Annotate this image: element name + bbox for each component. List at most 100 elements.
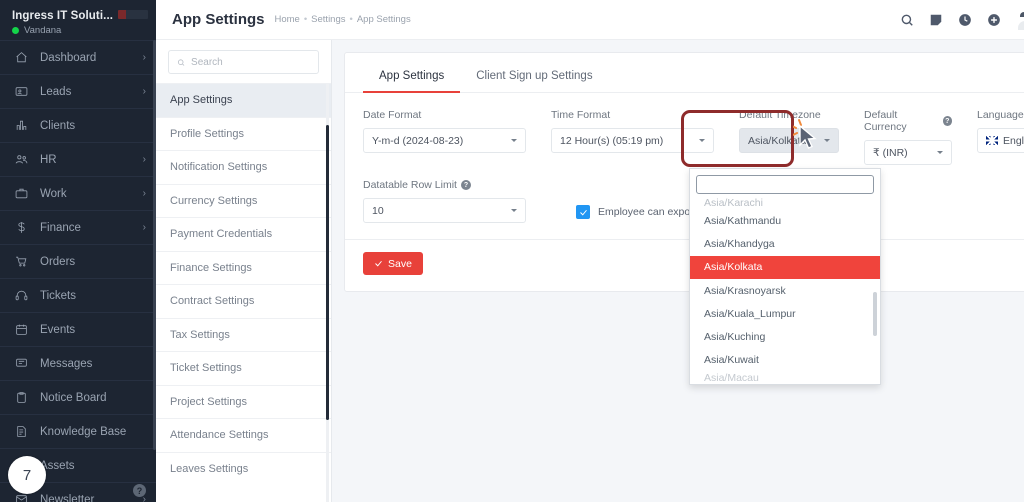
settings-menu-item-app-settings[interactable]: App Settings: [156, 83, 331, 117]
sidebar-item-knowledge-base[interactable]: Knowledge Base: [0, 414, 156, 448]
settings-menu-item-profile-settings[interactable]: Profile Settings: [156, 116, 331, 151]
settings-menu-item-tax-settings[interactable]: Tax Settings: [156, 317, 331, 352]
settings-search-wrap: [156, 40, 331, 83]
timezone-option[interactable]: Asia/Kuching: [690, 325, 880, 348]
timezone-dropdown-search-input[interactable]: [696, 175, 874, 194]
headset-icon: [12, 287, 30, 305]
settings-menu-scrollbar-thumb[interactable]: [326, 125, 329, 420]
default-currency-label-text: Default Currency: [864, 109, 907, 133]
sidebar-item-events[interactable]: Events: [0, 312, 156, 346]
sidebar-item-work[interactable]: Work ›: [0, 176, 156, 210]
timezone-option[interactable]: Asia/Karachi: [690, 197, 880, 209]
sidebar-item-clients[interactable]: Clients: [0, 108, 156, 142]
plus-circle-icon[interactable]: [987, 13, 1001, 27]
row-limit-label: Datatable Row Limit ?: [363, 179, 526, 191]
clock-icon[interactable]: [958, 13, 972, 27]
tab-client-sign-up-settings[interactable]: Client Sign up Settings: [460, 70, 608, 92]
settings-menu-item-project-settings[interactable]: Project Settings: [156, 384, 331, 419]
timezone-option[interactable]: Asia/Khandyga: [690, 232, 880, 255]
default-timezone-select[interactable]: Asia/Kolkata: [739, 128, 839, 153]
card-footer: Save: [345, 239, 1024, 289]
language-select[interactable]: English: [977, 128, 1024, 153]
breadcrumb-item-settings[interactable]: Settings: [311, 14, 345, 25]
timezone-dropdown-list[interactable]: Asia/Karachi Asia/Kathmandu Asia/Khandyg…: [690, 197, 880, 384]
sidebar-item-finance[interactable]: Finance ›: [0, 210, 156, 244]
clipboard-icon: [12, 389, 30, 407]
online-status-dot: [12, 26, 19, 34]
sidebar-item-label: Tickets: [40, 289, 76, 302]
settings-menu-item-notification-settings[interactable]: Notification Settings: [156, 150, 331, 184]
save-button[interactable]: Save: [363, 252, 423, 275]
avatar[interactable]: [1016, 10, 1024, 30]
default-currency-label: Default Currency ?: [864, 109, 952, 133]
brand-block[interactable]: Ingress IT Soluti... Vandana: [0, 0, 156, 40]
timezone-dropdown[interactable]: Asia/Karachi Asia/Kathmandu Asia/Khandyg…: [689, 168, 881, 385]
briefcase-icon: [12, 185, 30, 203]
settings-menu-item-ticket-settings[interactable]: Ticket Settings: [156, 351, 331, 385]
help-icon[interactable]: ?: [133, 484, 146, 497]
sidebar-item-dashboard[interactable]: Dashboard ›: [0, 40, 156, 74]
breadcrumb-item-home[interactable]: Home: [275, 14, 300, 25]
timezone-option-selected[interactable]: Asia/Kolkata: [690, 255, 880, 279]
settings-menu-item-leaves-settings[interactable]: Leaves Settings: [156, 451, 331, 486]
brand-user: Vandana: [12, 25, 144, 36]
field-row-limit: Datatable Row Limit ? 10: [363, 179, 526, 223]
header-icon-group: 57: [900, 10, 1024, 30]
page-title: App Settings: [172, 11, 265, 28]
calendar-icon: [12, 321, 30, 339]
save-button-label: Save: [388, 257, 412, 270]
timezone-option[interactable]: Asia/Kuala_Lumpur: [690, 302, 880, 325]
sidebar-item-hr[interactable]: HR ›: [0, 142, 156, 176]
sidebar-item-orders[interactable]: Orders: [0, 244, 156, 278]
sidebar-item-label: Events: [40, 323, 76, 336]
book-icon: [12, 423, 30, 441]
id-card-icon: [12, 83, 30, 101]
timezone-option[interactable]: Asia/Macau: [690, 372, 880, 383]
settings-menu-item-finance-settings[interactable]: Finance Settings: [156, 250, 331, 285]
chevron-down-icon: [937, 151, 943, 157]
timezone-dropdown-scrollbar[interactable]: [873, 292, 877, 336]
dollar-icon: [12, 219, 30, 237]
time-format-value: 12 Hour(s) (05:19 pm): [560, 134, 664, 147]
time-format-select[interactable]: 12 Hour(s) (05:19 pm): [551, 128, 714, 153]
settings-search-box[interactable]: [168, 50, 319, 74]
field-language: Language ? English: [977, 109, 1024, 165]
sidebar-item-leads[interactable]: Leads ›: [0, 74, 156, 108]
sidebar-item-messages[interactable]: Messages: [0, 346, 156, 380]
checkbox-checked-icon[interactable]: [576, 205, 590, 219]
sidebar-item-label: Dashboard: [40, 51, 97, 64]
field-default-timezone: Default Timezone Asia/Kolkata: [739, 109, 839, 165]
timezone-option[interactable]: Asia/Krasnoyarsk: [690, 279, 880, 302]
step-badge: 7: [8, 456, 46, 494]
help-icon[interactable]: ?: [460, 180, 471, 190]
sidebar-item-label: Messages: [40, 357, 93, 370]
timezone-option[interactable]: Asia/Kathmandu: [690, 209, 880, 232]
settings-menu-item-attendance-settings[interactable]: Attendance Settings: [156, 418, 331, 452]
breadcrumb: Home • Settings • App Settings: [275, 14, 411, 25]
uk-flag-icon: [986, 136, 998, 145]
sidebar-item-label: Newsletter: [40, 493, 95, 502]
sidebar-item-tickets[interactable]: Tickets: [0, 278, 156, 312]
settings-menu-item-payment-credentials[interactable]: Payment Credentials: [156, 217, 331, 251]
search-icon[interactable]: [900, 13, 914, 27]
sidebar-item-notice-board[interactable]: Notice Board: [0, 380, 156, 414]
help-icon[interactable]: ?: [942, 116, 952, 126]
settings-menu-item-contract-settings[interactable]: Contract Settings: [156, 284, 331, 318]
building-chart-icon: [12, 117, 30, 135]
default-currency-select[interactable]: ₹ (INR): [864, 140, 952, 165]
cart-icon: [12, 253, 30, 271]
row-limit-select[interactable]: 10: [363, 198, 526, 223]
tab-app-settings[interactable]: App Settings: [363, 70, 461, 93]
date-format-select[interactable]: Y-m-d (2024-08-23): [363, 128, 526, 153]
settings-menu-item-currency-settings[interactable]: Currency Settings: [156, 183, 331, 218]
date-format-label: Date Format: [363, 109, 422, 121]
note-icon[interactable]: [929, 13, 943, 27]
timezone-option[interactable]: Asia/Kuwait: [690, 349, 880, 372]
field-time-format: Time Format 12 Hour(s) (05:19 pm): [551, 109, 714, 165]
chevron-down-icon: [699, 139, 705, 145]
top-header: App Settings Home • Settings • App Setti…: [156, 0, 1024, 40]
sidebar-item-label: Clients: [40, 119, 76, 132]
sidebar-item-label: Knowledge Base: [40, 425, 127, 438]
chevron-down-icon: [824, 139, 830, 145]
search-input[interactable]: [191, 56, 310, 68]
